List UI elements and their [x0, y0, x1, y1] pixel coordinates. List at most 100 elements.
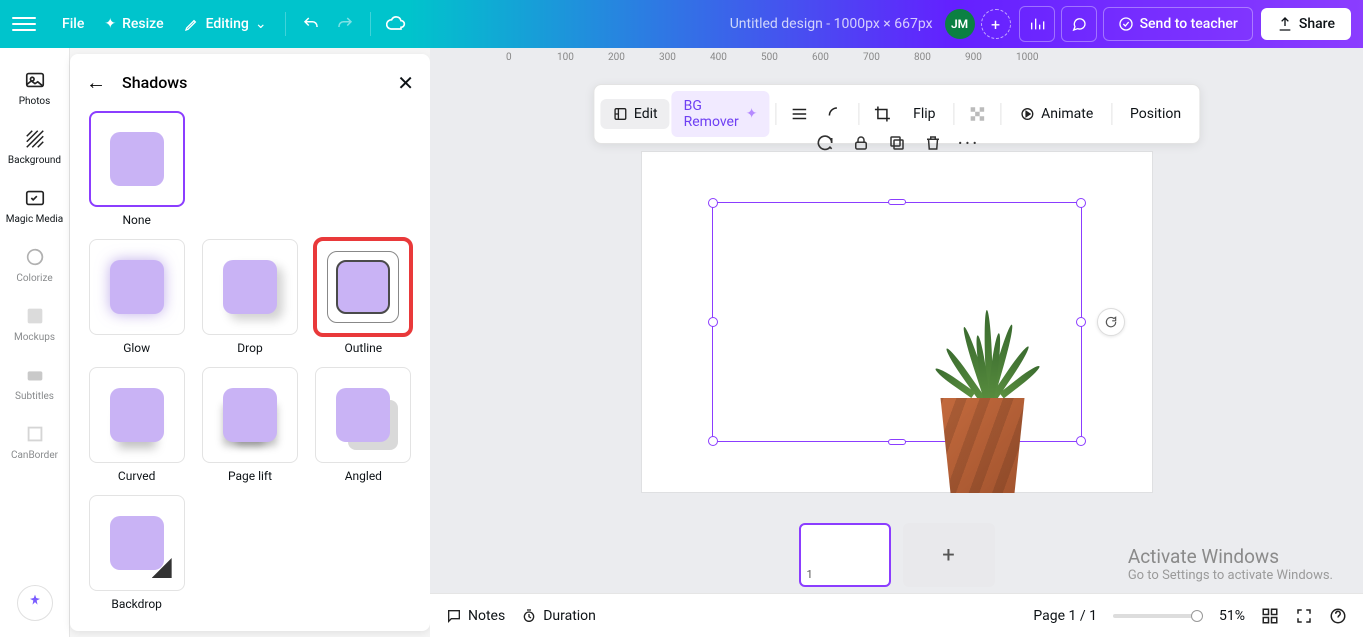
- canvas-area: 0 100 200 300 400 500 600 700 800 900 10…: [430, 48, 1363, 637]
- nav-photos[interactable]: Photos: [0, 60, 69, 115]
- resize-handle[interactable]: [708, 317, 718, 327]
- menu-icon[interactable]: [12, 12, 36, 36]
- add-collaborator-button[interactable]: +: [981, 9, 1011, 39]
- send-to-teacher-button[interactable]: Send to teacher: [1103, 7, 1253, 41]
- duration-button[interactable]: Duration: [521, 608, 596, 624]
- page-thumbnail[interactable]: 1: [799, 523, 891, 587]
- shadow-label: Curved: [118, 469, 155, 483]
- nav-magic-media[interactable]: Magic Media: [0, 178, 69, 233]
- shadow-label: None: [122, 213, 150, 227]
- more-button[interactable]: ···: [956, 130, 982, 156]
- bg-remover-button[interactable]: BG Remover✦: [672, 91, 770, 137]
- magic-media-icon: [23, 186, 47, 210]
- resize-button[interactable]: ✦Resize: [94, 10, 173, 38]
- shadow-option-angled[interactable]: [315, 367, 411, 463]
- shadows-panel: ← Shadows ✕ None Glow Drop Outline: [70, 54, 430, 631]
- zoom-slider[interactable]: [1113, 614, 1203, 618]
- chevron-down-icon: ⌄: [255, 16, 267, 32]
- shadow-option-glow[interactable]: [89, 239, 185, 335]
- comments-button[interactable]: [1061, 6, 1097, 42]
- resize-handle[interactable]: [708, 436, 718, 446]
- flip-button[interactable]: Flip: [901, 99, 947, 129]
- back-button[interactable]: ←: [86, 70, 106, 95]
- notes-icon: [446, 608, 462, 624]
- mockups-icon: [23, 304, 47, 328]
- animate-icon: [1019, 106, 1035, 122]
- animate-button[interactable]: Animate: [1007, 99, 1105, 129]
- lines-icon: [790, 105, 808, 123]
- panel-title: Shadows: [122, 73, 381, 92]
- resize-handle[interactable]: [1076, 317, 1086, 327]
- edit-button[interactable]: Edit: [600, 99, 670, 129]
- selection-box[interactable]: [712, 202, 1082, 442]
- fullscreen-button[interactable]: [1295, 607, 1313, 625]
- element-toolbar: ···: [812, 130, 982, 156]
- cloud-sync-icon[interactable]: [379, 7, 413, 41]
- resize-handle[interactable]: [888, 199, 906, 205]
- resize-handle[interactable]: [1076, 436, 1086, 446]
- canvas-page[interactable]: [642, 152, 1152, 492]
- position-button[interactable]: Position: [1118, 99, 1193, 129]
- corner-button[interactable]: [818, 98, 852, 130]
- page-indicator: Page 1 / 1: [1033, 608, 1097, 624]
- photos-icon: [23, 68, 47, 92]
- rotate-handle[interactable]: [1097, 308, 1125, 336]
- editing-dropdown[interactable]: Editing ⌄: [174, 10, 277, 38]
- upload-icon: [1277, 16, 1293, 32]
- help-button[interactable]: [1329, 607, 1347, 625]
- shadow-label: Page lift: [228, 469, 272, 483]
- adjust-icon: [612, 106, 628, 122]
- resize-handle[interactable]: [708, 198, 718, 208]
- transparency-button[interactable]: [960, 98, 994, 130]
- avatar[interactable]: JM: [945, 9, 975, 39]
- nav-canborder[interactable]: CanBorder: [0, 414, 69, 469]
- undo-button[interactable]: [294, 7, 328, 41]
- pencil-icon: [184, 16, 200, 32]
- shadow-option-page-lift[interactable]: [202, 367, 298, 463]
- lock-button[interactable]: [848, 130, 874, 156]
- shadow-label: Outline: [345, 341, 383, 355]
- add-page-button[interactable]: +: [903, 523, 995, 587]
- shadow-option-drop[interactable]: [202, 239, 298, 335]
- resize-handle[interactable]: [1076, 198, 1086, 208]
- grid-view-button[interactable]: [1261, 607, 1279, 625]
- footer-bar: Notes Duration Page 1 / 1 51%: [430, 593, 1363, 637]
- resize-handle[interactable]: [888, 439, 906, 445]
- transparency-icon: [968, 105, 986, 123]
- shadow-option-curved[interactable]: [89, 367, 185, 463]
- colorize-icon: [23, 245, 47, 269]
- shadow-option-none[interactable]: [89, 111, 185, 207]
- close-button[interactable]: ✕: [397, 71, 414, 95]
- notes-button[interactable]: Notes: [446, 608, 505, 624]
- clock-icon: [521, 608, 537, 624]
- shadow-option-outline[interactable]: [315, 239, 411, 335]
- crop-icon: [873, 105, 891, 123]
- check-circle-icon: [1118, 16, 1134, 32]
- regenerate-button[interactable]: [812, 130, 838, 156]
- sparkle-icon: ✦: [746, 106, 758, 122]
- duplicate-button[interactable]: [884, 130, 910, 156]
- nav-mockups[interactable]: Mockups: [0, 296, 69, 351]
- ruler-horizontal: 0 100 200 300 400 500 600 700 800 900 10…: [456, 48, 1363, 72]
- insights-button[interactable]: [1019, 6, 1055, 42]
- magic-button[interactable]: [17, 585, 53, 621]
- redo-button[interactable]: [328, 7, 362, 41]
- shadow-label: Backdrop: [111, 597, 162, 611]
- delete-button[interactable]: [920, 130, 946, 156]
- subtitles-icon: [23, 363, 47, 387]
- shadow-label: Drop: [237, 341, 262, 355]
- shadow-option-backdrop[interactable]: [89, 495, 185, 591]
- file-menu[interactable]: File: [52, 10, 94, 38]
- plant-image[interactable]: [913, 293, 1053, 493]
- align-button[interactable]: [782, 98, 816, 130]
- zoom-level[interactable]: 51%: [1219, 608, 1245, 624]
- shadow-label: Glow: [123, 341, 150, 355]
- nav-colorize[interactable]: Colorize: [0, 237, 69, 292]
- crop-button[interactable]: [865, 98, 899, 130]
- canborder-icon: [23, 422, 47, 446]
- share-button[interactable]: Share: [1261, 8, 1351, 40]
- nav-background[interactable]: Background: [0, 119, 69, 174]
- corner-icon: [826, 105, 844, 123]
- nav-subtitles[interactable]: Subtitles: [0, 355, 69, 410]
- document-title[interactable]: Untitled design - 1000px × 667px: [730, 16, 933, 32]
